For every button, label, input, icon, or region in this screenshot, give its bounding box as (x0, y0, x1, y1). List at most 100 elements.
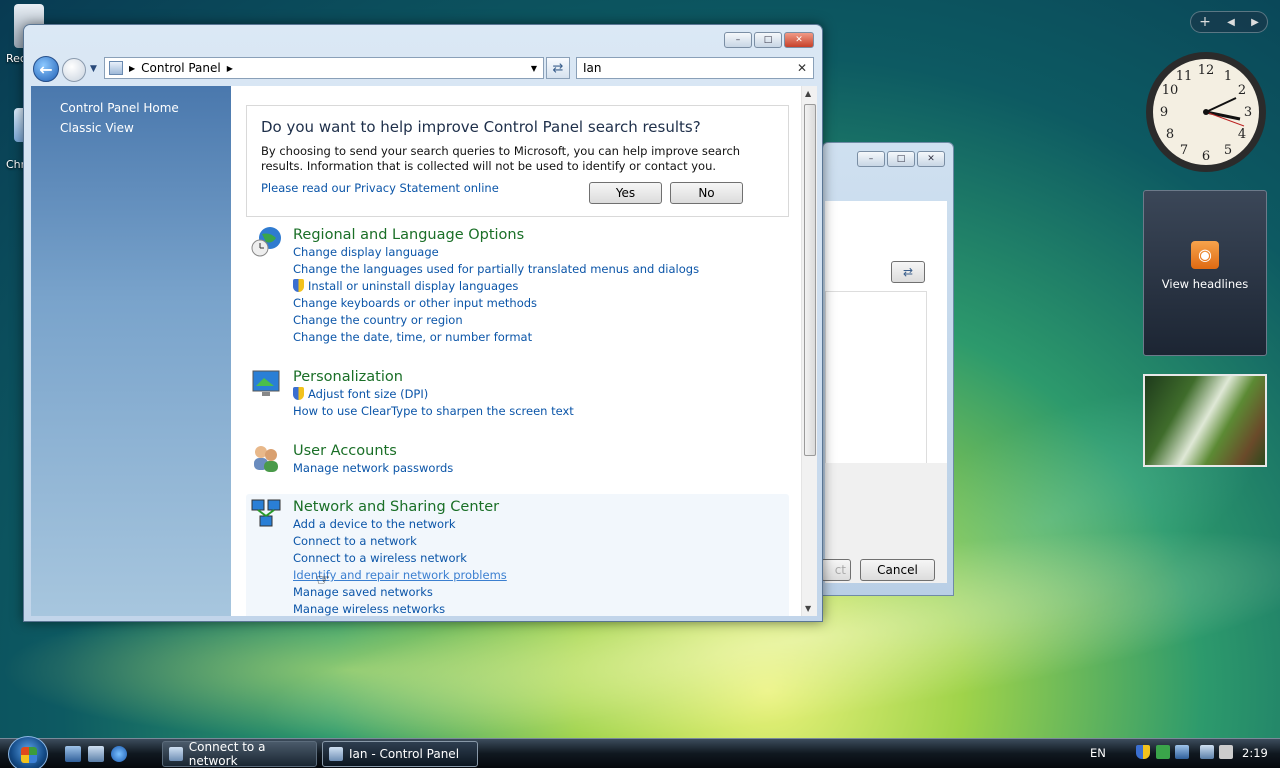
update-icon[interactable] (1156, 745, 1170, 759)
network-status-icon[interactable] (1175, 745, 1189, 759)
feed-headlines-gadget[interactable]: ◉ View headlines (1143, 190, 1267, 356)
link-install-display-languages[interactable]: Install or uninstall display languages (293, 278, 789, 295)
control-panel-icon (109, 61, 123, 75)
back-button[interactable]: ← (33, 56, 59, 82)
taskbar-item-connect-to-network[interactable]: Connect to a network (162, 740, 317, 768)
link-connect-wireless[interactable]: Connect to a wireless network (293, 550, 789, 567)
address-bar[interactable]: ▶ Control Panel ▶ ▼ (104, 57, 544, 79)
sidebar-link-classic-view[interactable]: Classic View (60, 121, 231, 135)
link-label: Manage network passwords (293, 461, 454, 475)
switch-windows-icon[interactable] (88, 746, 104, 762)
section-title[interactable]: Regional and Language Options (293, 226, 789, 244)
start-button[interactable] (8, 736, 48, 768)
taskbar-clock[interactable]: 2:19 (1242, 746, 1268, 760)
back-arrow-icon: ← (39, 59, 53, 79)
link-change-date-format[interactable]: Change the date, time, or number format (293, 329, 789, 346)
address-dropdown-icon[interactable]: ▼ (531, 64, 537, 73)
search-box[interactable]: ✕ (576, 57, 814, 79)
language-indicator[interactable]: EN (1090, 746, 1106, 760)
link-label: Change the date, time, or number format (293, 330, 533, 344)
svg-text:2: 2 (1238, 83, 1246, 98)
link-manage-wireless-networks[interactable]: Manage wireless networks (293, 601, 789, 616)
link-label: Install or uninstall display languages (308, 279, 519, 293)
link-label: Connect to a network (293, 534, 417, 548)
link-adjust-font-size[interactable]: Adjust font size (DPI) (293, 386, 789, 403)
rss-icon: ◉ (1191, 241, 1219, 269)
network-icon (250, 498, 282, 530)
maximize-button[interactable]: □ (887, 151, 915, 167)
sidebar-link-control-panel-home[interactable]: Control Panel Home (60, 101, 231, 115)
close-button[interactable]: ✕ (917, 151, 945, 167)
link-label: Manage saved networks (293, 585, 433, 599)
no-button[interactable]: No (670, 182, 743, 204)
link-manage-network-passwords[interactable]: Manage network passwords (293, 460, 789, 477)
clock-gadget[interactable]: 12 1 2 345 678 9 10 11 (1144, 50, 1268, 174)
section-regional-language: Regional and Language Options Change dis… (246, 226, 789, 346)
feed-label: View headlines (1161, 277, 1249, 291)
breadcrumb-separator-icon[interactable]: ▶ (227, 64, 233, 73)
link-label: Change the country or region (293, 313, 463, 327)
vertical-scrollbar[interactable]: ▲ ▼ (801, 86, 817, 616)
recent-pages-dropdown-icon[interactable]: ▼ (90, 64, 97, 74)
minimize-button[interactable]: – (857, 151, 885, 167)
cancel-button-label: Cancel (877, 563, 918, 577)
link-change-partial-languages[interactable]: Change the languages used for partially … (293, 261, 789, 278)
breadcrumb-control-panel[interactable]: Control Panel (141, 61, 221, 75)
slideshow-gadget[interactable] (1143, 374, 1267, 467)
forward-button[interactable] (62, 58, 86, 82)
refresh-icon: ⇄ (552, 60, 564, 76)
search-feedback-notice: Do you want to help improve Control Pane… (246, 105, 789, 217)
svg-text:3: 3 (1244, 105, 1252, 120)
dialog-refresh-button[interactable]: ⇄ (891, 261, 925, 283)
internet-explorer-icon[interactable] (111, 746, 127, 762)
scroll-up-icon[interactable]: ▲ (805, 89, 811, 98)
link-identify-repair[interactable]: Identify and repair network problems (293, 567, 789, 584)
scrollbar-thumb[interactable] (804, 104, 816, 456)
privacy-statement-link[interactable]: Please read our Privacy Statement online (261, 181, 499, 195)
previous-gadget-icon[interactable]: ◀ (1227, 17, 1235, 28)
link-connect-network[interactable]: Connect to a network (293, 533, 789, 550)
svg-text:8: 8 (1166, 127, 1174, 142)
maximize-button[interactable]: □ (754, 32, 782, 48)
link-change-keyboards[interactable]: Change keyboards or other input methods (293, 295, 789, 312)
add-gadget-icon[interactable]: + (1199, 14, 1211, 30)
minimize-button[interactable]: – (724, 32, 752, 48)
section-personalization: Personalization Adjust font size (DPI) H… (246, 368, 789, 420)
section-user-accounts: User Accounts Manage network passwords (246, 442, 789, 477)
clear-search-icon[interactable]: ✕ (797, 61, 807, 75)
link-change-display-language[interactable]: Change display language (293, 244, 789, 261)
refresh-button[interactable]: ⇄ (546, 57, 570, 79)
mouse-pointer-icon: ☞ (316, 570, 331, 589)
taskbar-item-control-panel[interactable]: Ian - Control Panel (322, 741, 478, 767)
svg-text:5: 5 (1224, 143, 1232, 158)
link-add-device[interactable]: Add a device to the network (293, 516, 789, 533)
link-label: How to use ClearType to sharpen the scre… (293, 404, 574, 418)
monitor-icon (250, 368, 282, 400)
sidebar-gadget-controls: + ◀ ▶ (1190, 11, 1268, 33)
network-icon (169, 747, 183, 761)
link-label: Connect to a wireless network (293, 551, 467, 565)
link-manage-saved-networks[interactable]: Manage saved networks (293, 584, 789, 601)
section-title[interactable]: Personalization (293, 368, 789, 386)
yes-button-label: Yes (615, 186, 636, 200)
yes-button[interactable]: Yes (589, 182, 662, 204)
link-cleartype[interactable]: How to use ClearType to sharpen the scre… (293, 403, 789, 420)
volume-muted-icon[interactable] (1219, 745, 1233, 759)
svg-text:12: 12 (1198, 63, 1215, 78)
breadcrumb-separator-icon[interactable]: ▶ (129, 64, 135, 73)
cancel-button[interactable]: Cancel (860, 559, 935, 581)
section-title[interactable]: User Accounts (293, 442, 789, 460)
search-input[interactable] (583, 61, 783, 75)
next-gadget-icon[interactable]: ▶ (1251, 17, 1259, 28)
search-results-pane: Do you want to help improve Control Pane… (231, 86, 801, 616)
link-label: Adjust font size (DPI) (308, 387, 429, 401)
close-button[interactable]: ✕ (784, 32, 814, 48)
clock-face-icon: 12 12 345 678 91011 (1146, 52, 1266, 172)
scroll-down-icon[interactable]: ▼ (805, 604, 811, 613)
link-change-country[interactable]: Change the country or region (293, 312, 789, 329)
connect-button[interactable]: ct (821, 559, 851, 581)
security-shield-icon[interactable] (1136, 745, 1150, 759)
computer-icon[interactable] (1200, 745, 1214, 759)
show-desktop-icon[interactable] (65, 746, 81, 762)
section-title[interactable]: Network and Sharing Center (293, 498, 789, 516)
